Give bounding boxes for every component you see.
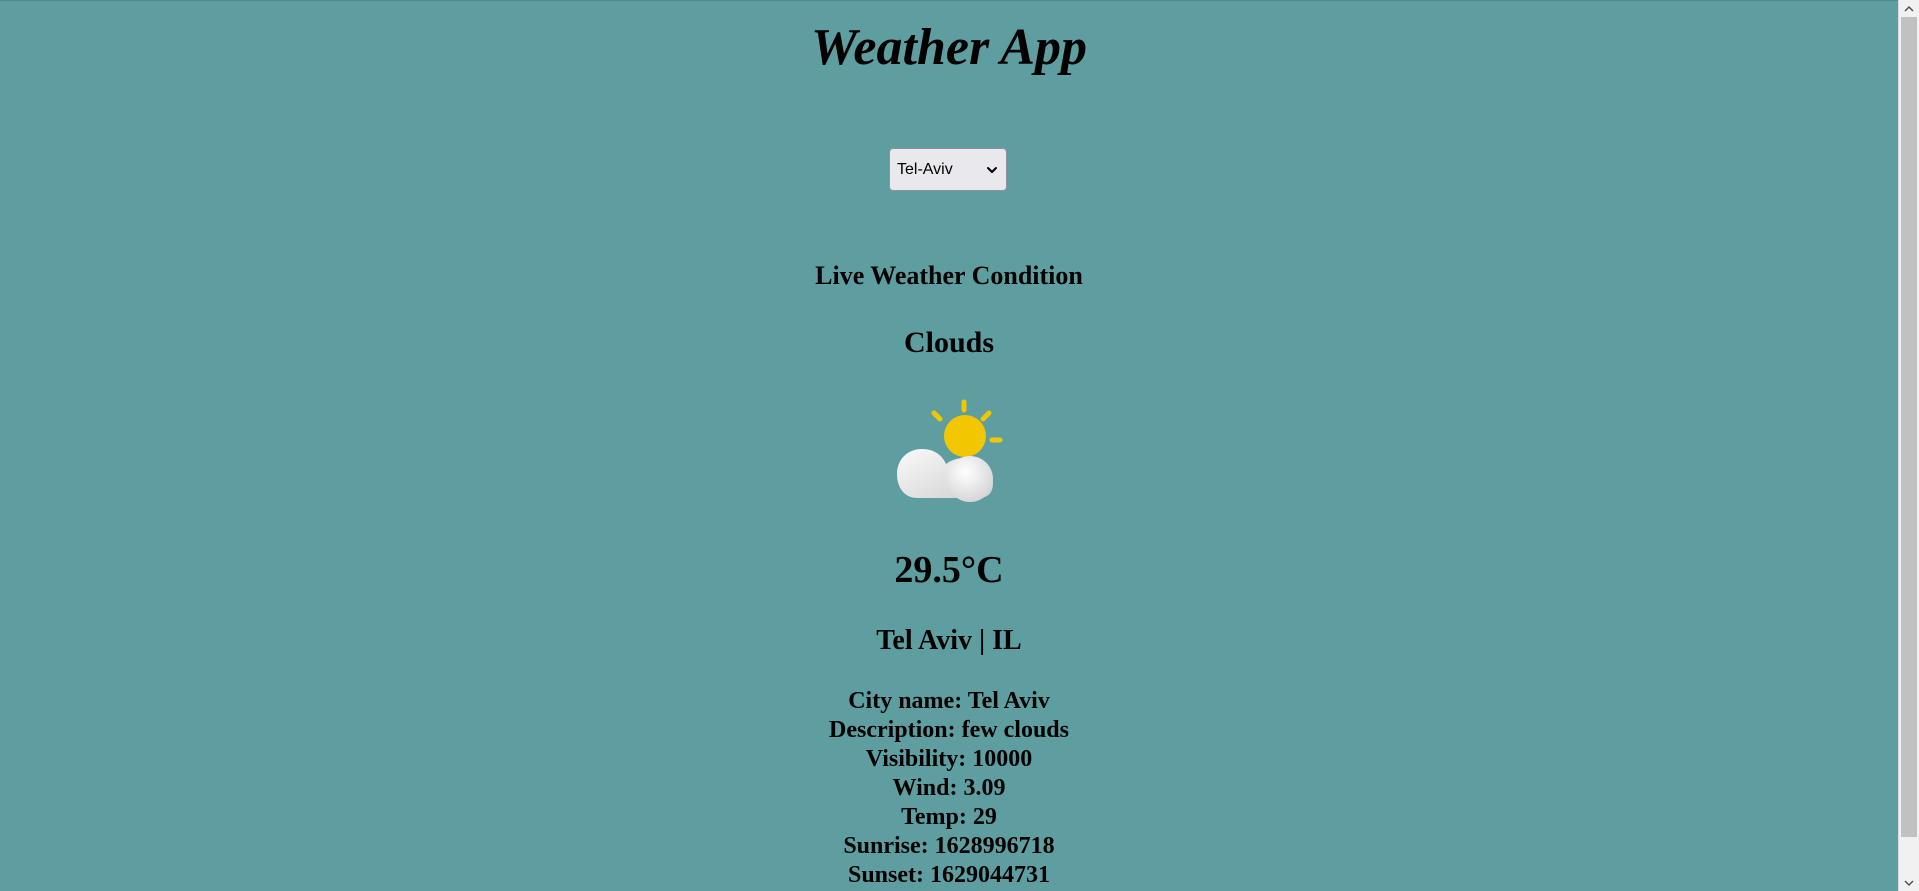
sun-behind-cloud-icon — [897, 399, 1003, 502]
scroll-down-arrow[interactable] — [1899, 874, 1919, 891]
location: Tel Aviv | IL — [876, 625, 1022, 656]
chevron-down-icon — [1904, 879, 1914, 886]
city-select[interactable]: Tel-Aviv — [889, 148, 1007, 191]
detail-temp: Temp: 29 — [901, 804, 997, 830]
details-list: City name: Tel Aviv Description: few clo… — [0, 687, 1898, 890]
vertical-scrollbar[interactable] — [1898, 0, 1919, 891]
temperature: 29.5°C — [894, 549, 1004, 591]
scroll-up-arrow[interactable] — [1899, 0, 1919, 17]
chevron-up-icon — [1904, 5, 1914, 12]
app-viewport: Weather App Tel-Aviv Live Weather Condit… — [0, 0, 1919, 891]
detail-sunrise: Sunrise: 1628996718 — [843, 833, 1055, 859]
chevron-down-icon — [987, 166, 997, 173]
section-heading: Live Weather Condition — [815, 261, 1083, 290]
city-select-value: Tel-Aviv — [897, 160, 953, 178]
top-border — [0, 0, 1919, 1]
detail-sunset: Sunset: 1629044731 — [847, 862, 1051, 888]
weather-condition: Clouds — [903, 326, 995, 359]
scroll-thumb[interactable] — [1901, 17, 1917, 837]
detail-city-name: City name: Tel Aviv — [848, 688, 1050, 714]
detail-description: Description: few clouds — [829, 717, 1069, 743]
detail-visibility: Visibility: 10000 — [865, 746, 1033, 772]
detail-wind: Wind: 3.09 — [892, 775, 1006, 801]
app-title: Weather App — [811, 19, 1087, 76]
